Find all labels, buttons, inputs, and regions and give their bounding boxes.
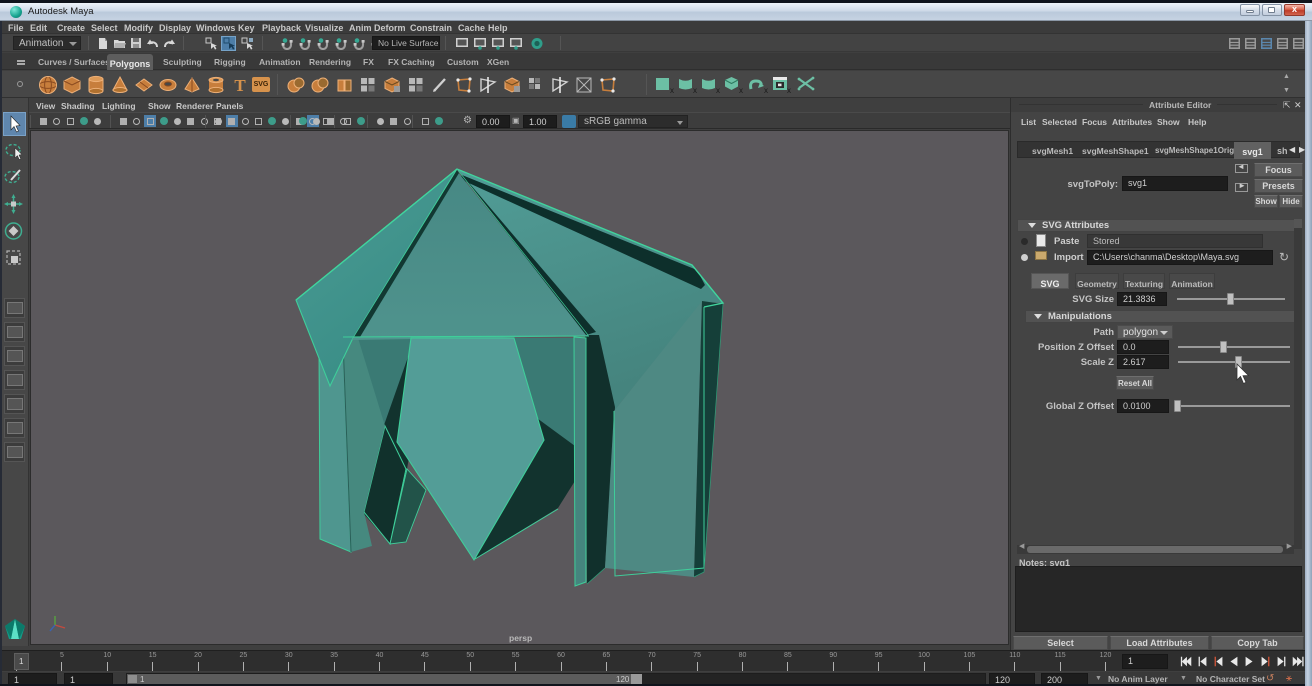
svg-text:x: x — [693, 86, 697, 95]
svg-text:T: T — [234, 76, 246, 95]
svg-text:x: x — [716, 86, 720, 95]
svg-text:x: x — [764, 86, 768, 95]
svg-text:x: x — [670, 86, 674, 95]
svg-text:x: x — [787, 86, 791, 95]
svg-text:x: x — [739, 86, 743, 95]
